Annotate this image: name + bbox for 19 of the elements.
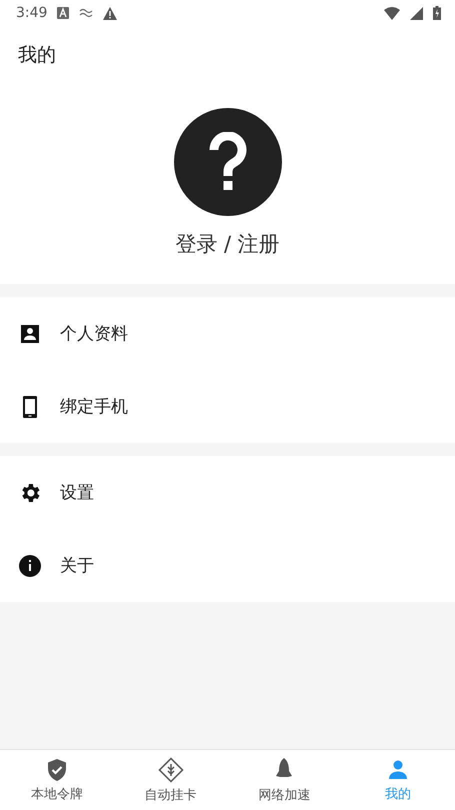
signal-icon	[410, 6, 423, 20]
shield-check-icon	[46, 758, 68, 782]
nav-tab[interactable]: 网络加速	[228, 750, 342, 810]
menu-item[interactable]: 个人资料	[60, 322, 128, 345]
notification-icon	[57, 7, 70, 19]
diamond-leaf-icon	[158, 756, 184, 782]
menu-item[interactable]: 关于	[60, 554, 94, 577]
info-icon	[18, 554, 42, 578]
status-time: 3:49	[16, 5, 48, 21]
nav-tab[interactable]: 自动挂卡	[114, 750, 228, 810]
login-register-link[interactable]: 登录 / 注册	[175, 230, 280, 258]
wifi-icon	[384, 6, 400, 20]
menu-item[interactable]: 设置	[60, 481, 94, 504]
menu-item[interactable]: 绑定手机	[60, 395, 128, 418]
battery-icon	[433, 6, 441, 20]
warning-icon	[103, 6, 118, 20]
wave-icon	[79, 8, 94, 18]
nav-tab[interactable]: 本地令牌	[0, 750, 114, 810]
page-title: 我的	[17, 43, 57, 68]
